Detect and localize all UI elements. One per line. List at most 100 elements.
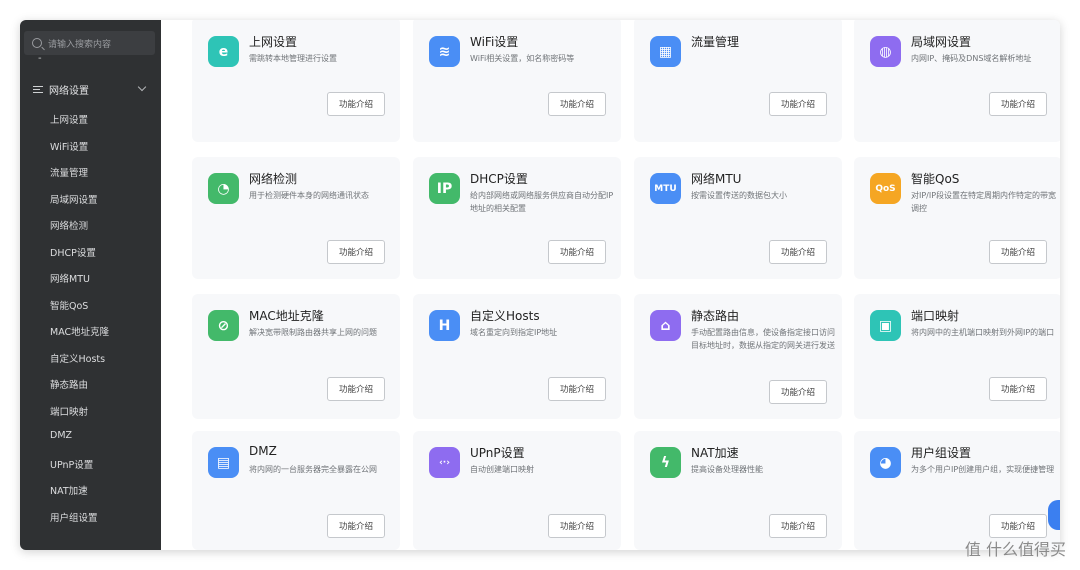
sidebar-item[interactable]: 智能QoS xyxy=(50,298,88,312)
card-description: 将内网中的主机端口映射到外网IP的端口 xyxy=(911,328,1055,337)
sidebar-item[interactable]: 上网设置 xyxy=(50,112,88,126)
feature-intro-button[interactable]: 功能介绍 xyxy=(989,240,1047,264)
feature-intro-button[interactable]: 功能介绍 xyxy=(548,92,606,116)
grid-icon: ▦ xyxy=(650,36,681,67)
feature-card[interactable]: ‹·› UPnP设置 自动创建端口映射 功能介绍 xyxy=(413,431,621,550)
feature-intro-button[interactable]: 功能介绍 xyxy=(548,514,606,538)
sidebar-item[interactable]: 局域网设置 xyxy=(50,192,98,206)
card-description: 为多个用户IP创建用户组，实现便捷管理 xyxy=(911,465,1055,474)
watermark: 值 什么值得买 xyxy=(965,536,1066,560)
feature-card[interactable]: ϟ NAT加速提高设备处理器性能功能介绍 xyxy=(634,431,842,550)
floating-help-button[interactable] xyxy=(1048,500,1060,530)
sidebar-item[interactable]: MAC地址克隆 xyxy=(50,324,109,338)
search-icon xyxy=(32,38,42,48)
sidebar-item[interactable]: WiFi设置 xyxy=(50,139,88,153)
ip-icon: IP xyxy=(429,173,460,204)
feature-intro-button[interactable]: 功能介绍 xyxy=(989,92,1047,116)
card-description: 需跳转本地管理进行设置 xyxy=(249,54,337,63)
nav-group-label: 网络设置 xyxy=(49,85,89,97)
card-description: 自动创建端口映射 xyxy=(470,465,534,474)
globe-icon: ◍ xyxy=(870,36,901,67)
feature-intro-button[interactable]: 功能介绍 xyxy=(989,514,1047,538)
feature-intro-button[interactable]: 功能介绍 xyxy=(548,377,606,401)
card-title: 用户组设置 xyxy=(911,446,972,460)
port-icon: ▣ xyxy=(870,310,901,341)
settings-list-icon xyxy=(33,85,43,94)
feature-intro-button[interactable]: 功能介绍 xyxy=(769,380,827,404)
nav-group-network-settings[interactable]: 网络设置 xyxy=(20,78,161,100)
sidebar-item[interactable]: 网络检测 xyxy=(50,218,88,232)
sidebar-item[interactable]: UPnP设置 xyxy=(50,457,93,471)
sidebar-item[interactable]: DMZ xyxy=(50,430,72,441)
bolt-icon: ϟ xyxy=(650,447,681,478)
search-input[interactable]: 请输入搜索内容 xyxy=(24,31,155,55)
feature-intro-button[interactable]: 功能介绍 xyxy=(327,377,385,401)
chevron-down-icon[interactable] xyxy=(137,82,147,92)
feature-card[interactable]: ≋ WiFi设置 WiFi相关设置，如名称密码等功能介绍 xyxy=(413,20,621,142)
feature-card[interactable]: MTU 网络MTU 按需设置传送的数据包大小 功能介绍 xyxy=(634,157,842,279)
card-title: 网络MTU xyxy=(691,172,742,186)
feature-intro-button[interactable]: 功能介绍 xyxy=(769,240,827,264)
card-title: DMZ xyxy=(249,444,277,458)
feature-card[interactable]: IP DHCP设置给内部网络或网络服务供应商自动分配IP地址的相关配置功能介绍 xyxy=(413,157,621,279)
feature-card[interactable]: ◕ 用户组设置为多个用户IP创建用户组，实现便捷管理功能介绍 xyxy=(854,431,1060,550)
route-icon: ⌂ xyxy=(650,310,681,341)
card-title: 网络检测 xyxy=(249,172,298,186)
mtu-icon: MTU xyxy=(650,173,681,204)
feature-intro-button[interactable]: 功能介绍 xyxy=(327,240,385,264)
card-title: NAT加速 xyxy=(691,446,739,460)
card-description: WiFi相关设置，如名称密码等 xyxy=(470,54,575,63)
feature-card[interactable]: ▤ DMZ 将内网的一台服务器完全暴露在公网 功能介绍 xyxy=(192,431,400,550)
card-title: 局域网设置 xyxy=(911,35,972,49)
sidebar-item[interactable]: 端口映射 xyxy=(50,404,88,418)
monitor-icon: ◔ xyxy=(208,173,239,204)
feature-card[interactable]: ▣ 端口映射将内网中的主机端口映射到外网IP的端口功能介绍 xyxy=(854,294,1060,419)
sidebar-item[interactable]: 流量管理 xyxy=(50,165,88,179)
feature-intro-button[interactable]: 功能介绍 xyxy=(327,92,385,116)
search-placeholder: 请输入搜索内容 xyxy=(48,39,112,50)
card-description: 给内部网络或网络服务供应商自动分配IP地址的相关配置 xyxy=(470,191,614,213)
card-title: 自定义Hosts xyxy=(470,309,540,323)
card-title: 上网设置 xyxy=(249,35,298,49)
sidebar-item[interactable]: 静态路由 xyxy=(50,377,88,391)
card-description: 提高设备处理器性能 xyxy=(691,465,763,474)
sidebar-item[interactable]: NAT加速 xyxy=(50,483,88,497)
card-title: WiFi设置 xyxy=(470,35,519,49)
card-title: DHCP设置 xyxy=(470,172,528,186)
feature-card[interactable]: ◍ 局域网设置内网IP、掩码及DNS域名解析地址功能介绍 xyxy=(854,20,1060,142)
separator-dash: - xyxy=(38,53,42,64)
hosts-icon: H xyxy=(429,310,460,341)
feature-card[interactable]: ▦ 流量管理功能介绍 xyxy=(634,20,842,142)
feature-card[interactable]: ⊘ MAC地址克隆 解决宽带限制路由器共享上网的问题 功能介绍 xyxy=(192,294,400,419)
card-description: 手动配置路由信息，使设备指定接口访问目标地址时，数据从指定的网关进行发送 xyxy=(691,328,835,350)
feature-intro-button[interactable]: 功能介绍 xyxy=(769,92,827,116)
card-description: 用于检测硬件本身的网络通讯状态 xyxy=(249,191,369,200)
sidebar-item[interactable]: DHCP设置 xyxy=(50,245,96,259)
sidebar-item[interactable]: 自定义Hosts xyxy=(50,351,105,365)
feature-intro-button[interactable]: 功能介绍 xyxy=(769,514,827,538)
card-description: 内网IP、掩码及DNS域名解析地址 xyxy=(911,54,1032,63)
feature-card[interactable]: ◔ 网络检测用于检测硬件本身的网络通讯状态功能介绍 xyxy=(192,157,400,279)
card-title: 流量管理 xyxy=(691,35,740,49)
link-icon: ⊘ xyxy=(208,310,239,341)
sidebar-item[interactable]: 用户组设置 xyxy=(50,510,98,524)
feature-card[interactable]: ⌂ 静态路由 手动配置路由信息，使设备指定接口访问目标地址时，数据从指定的网关进行发… xyxy=(634,294,842,419)
wifi-icon: ≋ xyxy=(429,36,460,67)
main-content: e 上网设置 需跳转本地管理进行设置 功能介绍 ≋ WiFi设置 WiFi相关设置，如名称密… xyxy=(161,20,1060,550)
watermark-text: 值 什么值得买 xyxy=(964,540,1066,559)
sidebar: 请输入搜索内容 - 网络设置 上网设置 WiFi设置 流量管理局域网设置网络检测 DH… xyxy=(20,20,161,550)
card-description: 解决宽带限制路由器共享上网的问题 xyxy=(249,328,377,337)
feature-card[interactable]: H 自定义Hosts 域名重定向到指定IP地址 功能介绍 xyxy=(413,294,621,419)
feature-intro-button[interactable]: 功能介绍 xyxy=(327,514,385,538)
card-title: 智能QoS xyxy=(911,172,960,186)
feature-intro-button[interactable]: 功能介绍 xyxy=(989,377,1047,401)
card-title: UPnP设置 xyxy=(470,446,525,460)
feature-intro-button[interactable]: 功能介绍 xyxy=(548,240,606,264)
feature-card[interactable]: QoS 智能QoS 对IP/IP段设置在特定周期内作特定的带宽调控 功能介绍 xyxy=(854,157,1060,279)
card-description: 对IP/IP段设置在特定周期内作特定的带宽调控 xyxy=(911,191,1057,213)
users-icon: ◕ xyxy=(870,447,901,478)
card-title: 端口映射 xyxy=(911,309,960,323)
feature-card[interactable]: e 上网设置 需跳转本地管理进行设置 功能介绍 xyxy=(192,20,400,142)
app-window: 请输入搜索内容 - 网络设置 上网设置 WiFi设置 流量管理 局域网设置 网络检测 DH… xyxy=(20,20,1060,550)
sidebar-item[interactable]: 网络MTU xyxy=(50,271,90,285)
